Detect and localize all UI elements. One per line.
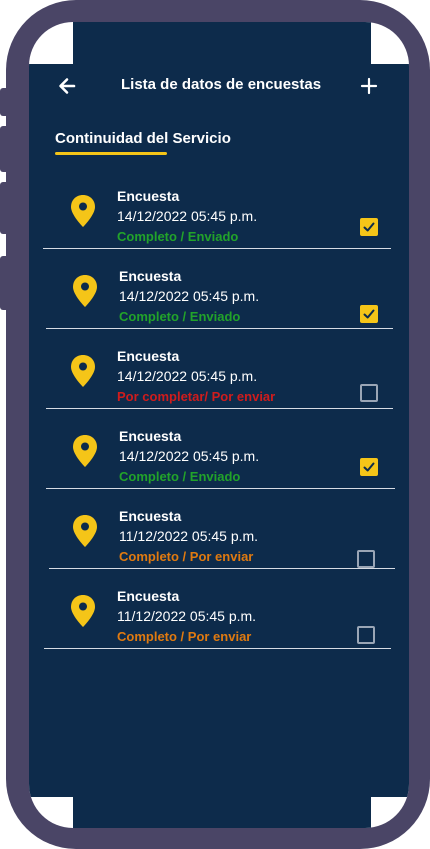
item-status: Completo / Por enviar (119, 549, 254, 564)
list-divider (49, 568, 395, 569)
phone-screen: Lista de datos de encuestas Continuidad … (29, 22, 409, 828)
item-title: Encuesta (119, 428, 182, 444)
arrow-left-icon[interactable] (58, 77, 76, 95)
item-checkbox[interactable] (360, 384, 378, 402)
item-status: Por completar/ Por enviar (117, 389, 276, 404)
location-pin-icon (73, 515, 97, 547)
tab-active-indicator (55, 152, 167, 155)
location-pin-icon (73, 275, 97, 307)
item-checkbox[interactable] (357, 550, 375, 568)
list-item[interactable]: Encuesta 14/12/2022 05:45 p.m. Completo … (29, 262, 409, 342)
page-title: Lista de datos de encuestas (121, 76, 322, 93)
item-date: 14/12/2022 05:45 p.m. (119, 288, 260, 304)
item-status: Completo / Enviado (119, 309, 241, 324)
item-title: Encuesta (119, 268, 182, 284)
item-status: Completo / Enviado (119, 469, 241, 484)
location-pin-icon (71, 595, 95, 627)
item-date: 14/12/2022 05:45 p.m. (119, 448, 260, 464)
item-date: 14/12/2022 05:45 p.m. (117, 368, 258, 384)
list-divider (44, 648, 391, 649)
item-status: Completo / Por enviar (117, 629, 252, 644)
list-item[interactable]: Encuesta 14/12/2022 05:45 p.m. Por compl… (29, 342, 409, 422)
check-icon (363, 462, 375, 472)
location-pin-icon (71, 355, 95, 387)
location-pin-icon (73, 435, 97, 467)
tab-continuidad-del-servicio[interactable]: Continuidad del Servicio (55, 130, 231, 147)
list-item[interactable]: Encuesta 11/12/2022 05:45 p.m. Completo … (29, 582, 409, 662)
location-pin-icon (71, 195, 95, 227)
item-checkbox[interactable] (360, 305, 378, 323)
list-item[interactable]: Encuesta 14/12/2022 05:45 p.m. Completo … (29, 182, 409, 262)
item-checkbox[interactable] (357, 626, 375, 644)
list-item[interactable]: Encuesta 14/12/2022 05:45 p.m. Completo … (29, 422, 409, 502)
item-checkbox[interactable] (360, 458, 378, 476)
check-icon (363, 309, 375, 319)
list-divider (46, 328, 393, 329)
item-title: Encuesta (117, 588, 180, 604)
item-title: Encuesta (117, 348, 180, 364)
item-title: Encuesta (119, 508, 182, 524)
list-item[interactable]: Encuesta 11/12/2022 05:45 p.m. Completo … (29, 502, 409, 582)
app-content: Lista de datos de encuestas Continuidad … (29, 22, 409, 828)
list-divider (46, 408, 393, 409)
list-divider (43, 248, 391, 249)
item-status: Completo / Enviado (117, 229, 239, 244)
item-checkbox[interactable] (360, 218, 378, 236)
item-title: Encuesta (117, 188, 180, 204)
item-date: 14/12/2022 05:45 p.m. (117, 208, 258, 224)
item-date: 11/12/2022 05:45 p.m. (117, 608, 257, 624)
list-divider (46, 488, 395, 489)
item-date: 11/12/2022 05:45 p.m. (119, 528, 259, 544)
check-icon (363, 222, 375, 232)
plus-icon[interactable] (360, 77, 378, 95)
